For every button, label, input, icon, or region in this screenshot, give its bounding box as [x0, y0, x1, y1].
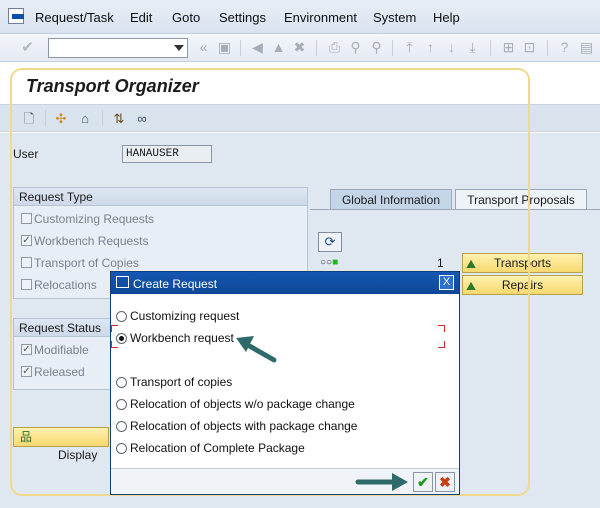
customize-layout-icon[interactable]: ▤: [578, 39, 595, 56]
back-icon[interactable]: «: [195, 39, 212, 56]
arrow-head: [392, 473, 408, 491]
tab-transport-proposals[interactable]: Transport Proposals: [455, 189, 587, 210]
menu-goto[interactable]: Goto: [172, 10, 200, 25]
annotation-arrow-workbench: [236, 336, 277, 363]
workbench-requests-label: Workbench Requests: [34, 234, 149, 248]
package-icon[interactable]: ⌂: [77, 111, 93, 127]
window-icon: [116, 276, 129, 288]
tab-global-information[interactable]: Global Information: [330, 189, 452, 210]
first-page-icon[interactable]: ⤒: [401, 39, 418, 56]
create-document-icon[interactable]: 🗋: [21, 111, 37, 127]
customizing-requests-checkbox[interactable]: [21, 213, 32, 224]
modifiable-label: Modifiable: [34, 343, 89, 357]
transports-button-label: Transports: [494, 256, 551, 270]
help-icon[interactable]: ?: [556, 39, 573, 56]
display-glasses-icon[interactable]: ∞: [134, 111, 150, 127]
next-page-icon[interactable]: ↓: [443, 39, 460, 56]
request-status-header: Request Status: [14, 319, 112, 337]
user-field[interactable]: HANAUSER: [122, 145, 212, 163]
tree-icon: 品: [20, 430, 33, 444]
transport-of-copies-label: Transport of Copies: [34, 256, 139, 270]
cancel-circle-icon[interactable]: ✖: [291, 39, 308, 56]
transport-of-copies-checkbox[interactable]: [21, 257, 32, 268]
save-icon[interactable]: ▣: [216, 39, 233, 56]
customizing-request-label: Customizing request: [130, 309, 240, 323]
released-checkbox[interactable]: ✓: [21, 366, 32, 377]
window-menu-icon[interactable]: [8, 8, 24, 24]
last-page-icon[interactable]: ⤓: [464, 39, 481, 56]
separator: [240, 40, 241, 56]
dialog-title-bar: Create Request X: [111, 272, 459, 294]
workbench-request-label: Workbench request: [130, 331, 234, 345]
focus-corner: [438, 341, 445, 348]
cancel-x-icon[interactable]: ✖: [435, 472, 455, 492]
relocation-with-change-radio[interactable]: [116, 421, 127, 432]
relocation-with-change-label: Relocation of objects with package chang…: [130, 419, 358, 433]
hierarchy-icon[interactable]: ✣: [53, 111, 69, 127]
modifiable-checkbox[interactable]: ✓: [21, 344, 32, 355]
find-next-icon[interactable]: ⚲: [368, 39, 385, 56]
arrow-shaft: [243, 341, 277, 363]
annotation-arrow-confirm: [355, 473, 408, 491]
repairs-button-label: Repairs: [501, 278, 544, 292]
menu-bar: Request/Task Edit Goto Settings Environm…: [0, 0, 600, 34]
create-request-dialog: Create Request X Customizing request Wor…: [110, 271, 460, 495]
back-circle-icon[interactable]: ◀: [249, 39, 266, 56]
close-icon[interactable]: X: [439, 275, 454, 290]
new-session-icon[interactable]: ⊞: [500, 39, 517, 56]
relocations-label: Relocations: [34, 278, 97, 292]
enter-check-icon[interactable]: ✔: [19, 39, 36, 56]
customizing-request-radio[interactable]: [116, 311, 127, 322]
page-title: Transport Organizer: [26, 76, 199, 96]
application-toolbar: 🗋 ✣ ⌂ ⇅ ∞: [0, 104, 600, 132]
menu-environment[interactable]: Environment: [284, 10, 357, 25]
workbench-requests-checkbox[interactable]: ✓: [21, 235, 32, 246]
transport-of-copies-option-label: Transport of copies: [130, 375, 233, 389]
released-label: Released: [34, 365, 85, 379]
person-icon: ⛰: [466, 257, 477, 271]
previous-page-icon[interactable]: ↑: [422, 39, 439, 56]
dialog-title: Create Request: [133, 277, 218, 291]
person-icon: ⛰: [466, 279, 477, 293]
separator: [392, 40, 393, 56]
relocation-without-change-radio[interactable]: [116, 399, 127, 410]
shortcut-icon[interactable]: ⊡: [521, 39, 538, 56]
repairs-button[interactable]: ⛰ Repairs: [462, 275, 583, 295]
transport-tool-icon[interactable]: ⇅: [111, 111, 127, 127]
relocations-checkbox[interactable]: [21, 279, 32, 290]
transport-of-copies-radio[interactable]: [116, 377, 127, 388]
focus-corner: [438, 325, 445, 332]
separator: [547, 40, 548, 56]
chevron-down-icon[interactable]: [174, 45, 184, 51]
transports-button[interactable]: ⛰ Transports: [462, 253, 583, 273]
relocation-complete-package-radio[interactable]: [116, 443, 127, 454]
command-field[interactable]: [48, 38, 188, 58]
menu-edit[interactable]: Edit: [130, 10, 152, 25]
focus-corner: [111, 341, 118, 348]
separator: [45, 110, 46, 126]
system-toolbar: ✔ « ▣ ◀ ▲ ✖ ⎙ ⚲ ⚲ ⤒ ↑ ↓ ⤓ ⊞ ⊡ ? ▤: [0, 34, 600, 62]
confirm-check-icon[interactable]: ✔: [413, 472, 433, 492]
menu-system[interactable]: System: [373, 10, 416, 25]
print-icon[interactable]: ⎙: [326, 39, 343, 56]
display-button-label: Display: [58, 448, 98, 462]
menu-help[interactable]: Help: [433, 10, 460, 25]
menu-settings[interactable]: Settings: [219, 10, 266, 25]
exit-circle-icon[interactable]: ▲: [270, 39, 287, 56]
separator: [316, 40, 317, 56]
refresh-icon[interactable]: ⟳: [318, 232, 342, 252]
focus-corner: [111, 325, 118, 332]
relocation-complete-package-label: Relocation of Complete Package: [130, 441, 305, 455]
user-label: User: [13, 147, 39, 161]
display-button[interactable]: 品 Display: [13, 427, 109, 462]
request-type-header: Request Type: [14, 188, 307, 206]
transport-count: 1: [437, 256, 444, 270]
customizing-requests-label: Customizing Requests: [34, 212, 155, 226]
status-lights-icon: ○○■: [320, 257, 339, 268]
relocation-without-change-label: Relocation of objects w/o package change: [130, 397, 355, 411]
find-icon[interactable]: ⚲: [347, 39, 364, 56]
menu-request-task[interactable]: Request/Task: [35, 10, 114, 25]
separator: [102, 110, 103, 126]
separator: [490, 40, 491, 56]
